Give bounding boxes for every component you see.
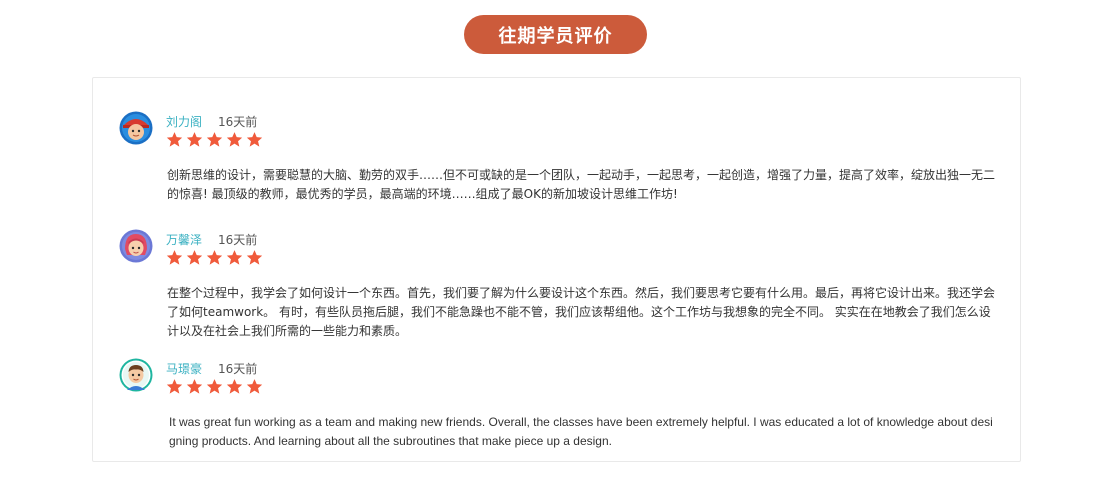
avatar-girl-pink-icon[interactable] [119,229,153,263]
rating-stars [166,378,263,398]
star-icon [186,132,203,147]
star-icon [166,132,183,147]
rating-stars [166,131,263,151]
star-icon [166,250,183,265]
section-title: 往期学员评价 [464,15,647,54]
rating-stars [166,249,263,269]
star-icon [166,379,183,394]
review-text: 创新思维的设计，需要聪慧的大脑、勤劳的双手……但不可或缺的是一个团队，一起动手，… [167,168,996,201]
star-icon [226,250,243,265]
star-icon [206,250,223,265]
star-icon [206,132,223,147]
reviews-page: 往期学员评价 刘力阁 16天前 创新思维的设计，需要聪慧的大脑、勤劳的双手……但… [0,0,1111,480]
avatar-blue-cap-icon[interactable] [119,111,153,145]
star-icon [186,250,203,265]
star-icon [186,379,203,394]
review-time: 16天前 [218,362,258,376]
star-icon [206,379,223,394]
reviewer-name[interactable]: 刘力阁 [166,113,202,130]
review-text: It was great fun working as a team and m… [169,415,993,448]
star-icon [246,250,263,265]
reviews-card: 刘力阁 16天前 创新思维的设计，需要聪慧的大脑、勤劳的双手……但不可或缺的是一… [92,77,1021,462]
reviewer-name[interactable]: 马璟豪 [166,360,202,377]
avatar-boy-teal-icon[interactable] [119,358,153,392]
star-icon [226,379,243,394]
star-icon [226,132,243,147]
reviewer-name[interactable]: 万馨泽 [166,231,202,248]
star-icon [246,132,263,147]
review-text: 在整个过程中，我学会了如何设计一个东西。首先，我们要了解为什么要设计这个东西。然… [167,286,996,338]
review-time: 16天前 [218,115,258,129]
review-time: 16天前 [218,233,258,247]
star-icon [246,379,263,394]
